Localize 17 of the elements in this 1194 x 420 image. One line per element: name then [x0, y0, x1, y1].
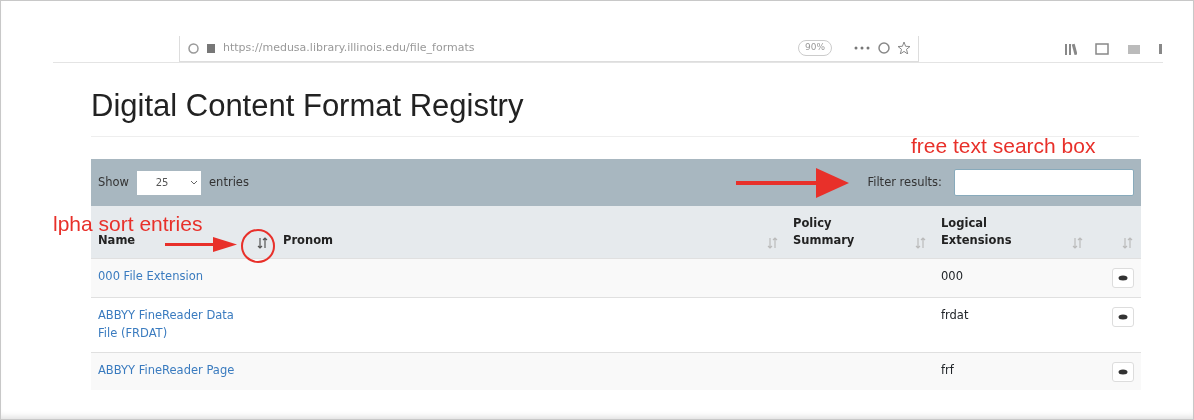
show-label: Show: [98, 174, 130, 192]
column-header[interactable]: Pronom: [283, 231, 373, 250]
extension-text: frf: [941, 362, 954, 377]
filter-label: Filter results:: [867, 174, 942, 192]
format-link[interactable]: ABBYY FineReader Page: [98, 361, 248, 380]
annotation-text: lpha sort entries: [53, 213, 203, 234]
extension-text: 000: [941, 269, 963, 284]
url-text: https://medusa.library.illinois.edu/file_formats: [223, 39, 475, 56]
format-link[interactable]: 000 File Extension: [98, 268, 248, 286]
extension-text: frdat: [941, 308, 969, 323]
column-header[interactable]: Logical Extensions: [941, 214, 1031, 250]
annotation-text: free text search box: [911, 135, 1096, 156]
entries-label: entries: [209, 174, 249, 192]
column-header[interactable]: Name: [98, 231, 188, 250]
format-link[interactable]: ABBYY FineReader Data File (FRDAT): [98, 307, 248, 343]
page-title: Digital Content Format Registry: [91, 87, 525, 125]
column-header[interactable]: Policy Summary: [793, 214, 883, 250]
